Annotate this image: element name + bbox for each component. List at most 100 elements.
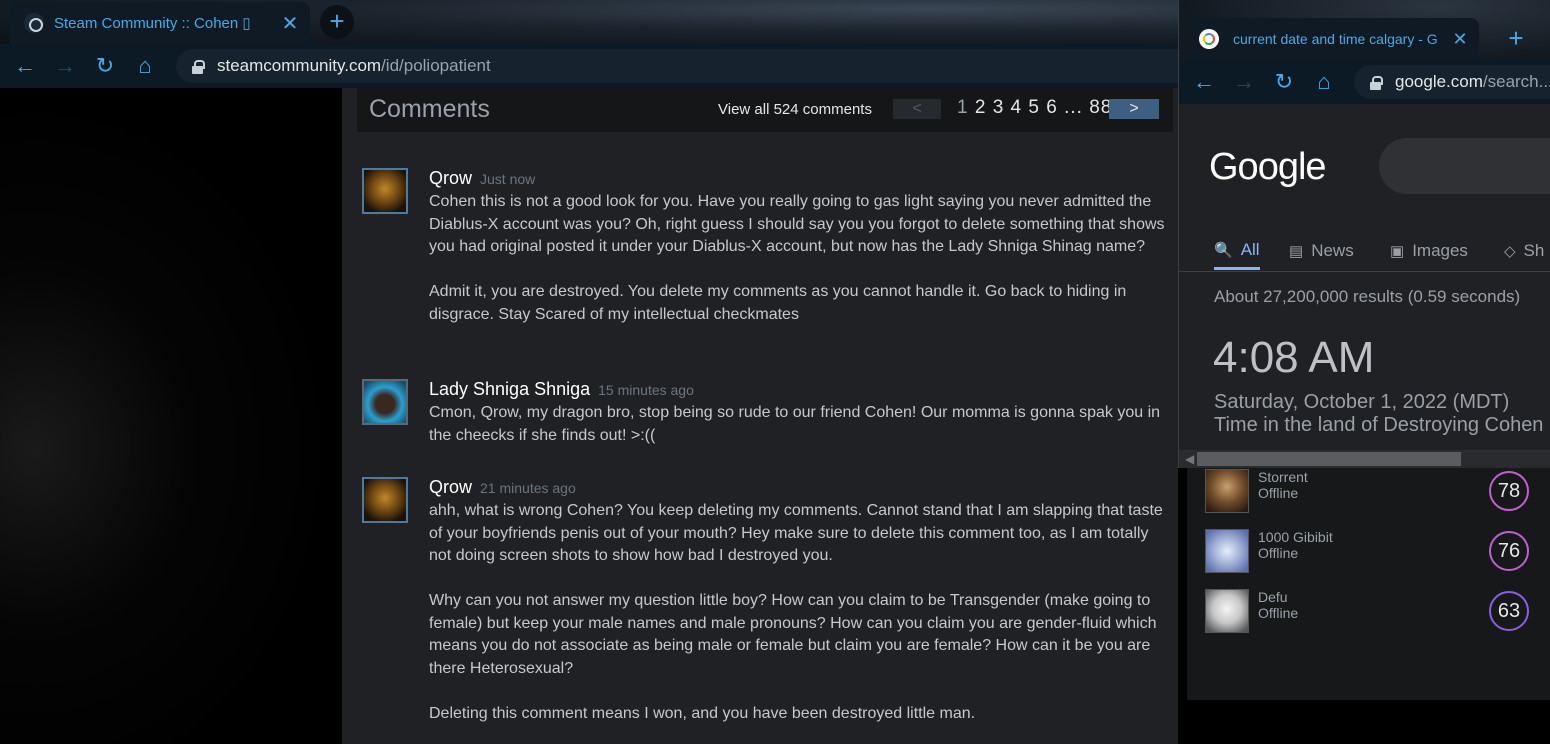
comment: Qrow 21 minutes ago ahh, what is wrong Co… [362,477,1163,737]
search-icon: 🔍 [1214,241,1233,259]
clock-location: Time in the land of Destroying Cohen [1214,414,1544,436]
comment-author-line: Qrow 21 minutes ago [429,477,576,498]
comment-text: ahh, what is wrong Cohen? You keep delet… [429,500,1169,725]
clock-time: 4:08 AM [1213,333,1375,382]
avatar [1205,469,1249,513]
reload-icon[interactable]: ↻ [90,51,120,81]
forward-arrow-icon[interactable]: → [1229,67,1259,97]
lock-icon [192,59,205,74]
friend-item[interactable]: Storrent Offline 78 [1205,469,1545,513]
tag-icon: ◇ [1504,243,1516,260]
friend-status: Offline [1258,605,1299,621]
tab-shopping[interactable]: ◇ Sh [1504,232,1544,270]
google-logo[interactable]: Google [1209,146,1327,189]
tab-all[interactable]: 🔍 All [1214,232,1260,270]
search-tabs: 🔍 All ▤ News ▣ Images ◇ Sh [1179,232,1550,272]
address-bar[interactable]: steamcommunity.com/id/poliopatient [176,49,1276,83]
address-bar[interactable]: google.com/search... [1354,65,1550,99]
new-tab-button[interactable]: + [1501,24,1531,54]
comment-paragraph: Cohen this is not a good look for you. H… [429,193,1165,255]
horizontal-scrollbar[interactable]: ◀ [1179,450,1550,468]
tab-title: Steam Community :: Cohen ▯ [54,15,251,32]
clock-date: Saturday, October 1, 2022 (MDT) [1214,391,1510,413]
pager-next-button[interactable]: > [1109,99,1159,119]
friend-status: Offline [1258,485,1299,501]
comment: Qrow Just now Cohen this is not a good lo… [362,168,1165,348]
comments-title: Comments [369,95,490,123]
comment-paragraph: Deleting this comment means I won, and y… [429,704,976,722]
comments-panel: Comments View all 524 comments < 1 2 3 4… [342,88,1178,744]
friend-name: Defu [1258,589,1288,605]
url-path: /id/poliopatient [381,56,491,75]
steam-icon [24,13,44,33]
tab-images[interactable]: ▣ Images [1390,232,1468,270]
comment-time: 15 minutes ago [598,382,694,398]
friend-level-badge: 63 [1489,591,1529,631]
comment-time: Just now [480,171,536,187]
news-icon: ▤ [1289,243,1304,260]
browser-toolbar: ← → ↻ ⌂ google.com/search... [1179,60,1550,104]
comment-author[interactable]: Lady Shniga Shniga [429,379,590,399]
comment-author-line: Lady Shniga Shniga 15 minutes ago [429,379,694,400]
comment-paragraph: Cmon, Qrow, my dragon bro, stop being so… [429,404,1161,444]
friend-name: Storrent [1258,469,1308,485]
comment-paragraph: ahh, what is wrong Cohen? You keep delet… [429,502,1163,564]
friend-level-badge: 78 [1489,471,1529,511]
scroll-left-icon[interactable]: ◀ [1185,452,1194,466]
close-icon[interactable]: ✕ [280,11,300,36]
result-stats: About 27,200,000 results (0.59 seconds) [1214,287,1521,306]
comment: Lady Shniga Shniga 15 minutes ago Cmon, Q… [362,379,1162,449]
profile-background [0,88,342,744]
comment-paragraph: Why can you not answer my question littl… [429,592,1157,677]
url-host: steamcommunity.com [217,56,382,75]
home-icon[interactable]: ⌂ [130,51,160,81]
comment-author[interactable]: Qrow [429,168,472,188]
home-icon[interactable]: ⌂ [1309,67,1339,97]
comments-header: Comments View all 524 comments < 1 2 3 4… [357,88,1173,132]
comment-text: Cmon, Qrow, my dragon bro, stop being so… [429,402,1169,447]
forward-arrow-icon[interactable]: → [50,51,80,81]
scrollbar-thumb[interactable] [1197,452,1461,466]
view-all-comments-link[interactable]: View all 524 comments [718,101,872,118]
tab-label: Images [1412,241,1468,260]
comment-paragraph: Admit it, you are destroyed. You delete … [429,283,1127,323]
comment-time: 21 minutes ago [480,480,576,496]
tab-steam-community[interactable]: Steam Community :: Cohen ▯ ✕ [10,2,310,44]
avatar[interactable] [362,379,408,425]
google-icon [1199,29,1219,49]
reload-icon[interactable]: ↻ [1269,67,1299,97]
search-input[interactable] [1379,138,1550,194]
avatar [1205,589,1249,633]
close-icon[interactable]: ✕ [1451,29,1469,50]
google-browser-window: current date and time calgary - G ✕ + ← →… [1178,0,1550,468]
comment-author[interactable]: Qrow [429,477,472,497]
url-path: /search... [1482,72,1550,91]
friend-status: Offline [1258,545,1299,561]
pager-pages: 1 2 3 4 5 6 ... 88 [957,97,1112,119]
friend-name: 1000 Gibibit [1258,529,1333,545]
friend-item[interactable]: Defu Offline 63 [1205,589,1545,633]
tab-label: All [1240,239,1260,259]
pager-page-links[interactable]: 2 3 4 5 6 ... 88 [975,97,1112,118]
comment-text: Cohen this is not a good look for you. H… [429,191,1169,326]
back-arrow-icon[interactable]: ← [1189,67,1219,97]
tab-label: News [1311,241,1354,260]
friend-item[interactable]: 1000 Gibibit Offline 76 [1205,529,1545,573]
tab-label: Sh [1523,241,1545,260]
avatar[interactable] [362,168,408,214]
comment-author-line: Qrow Just now [429,168,535,189]
new-tab-button[interactable]: + [320,5,354,39]
tab-google-search[interactable]: current date and time calgary - G ✕ [1189,18,1479,60]
url-host: google.com [1395,72,1483,91]
tab-strip: current date and time calgary - G ✕ + [1179,0,1550,60]
tab-title: current date and time calgary - G [1233,31,1438,47]
lock-icon [1370,75,1383,90]
back-arrow-icon[interactable]: ← [10,51,40,81]
friend-level-badge: 76 [1489,531,1529,571]
pager-current-page: 1 [957,97,969,118]
avatar[interactable] [362,477,408,523]
avatar [1205,529,1249,573]
tab-news[interactable]: ▤ News [1289,232,1354,270]
image-icon: ▣ [1390,243,1405,260]
pager-prev-button[interactable]: < [893,99,941,119]
